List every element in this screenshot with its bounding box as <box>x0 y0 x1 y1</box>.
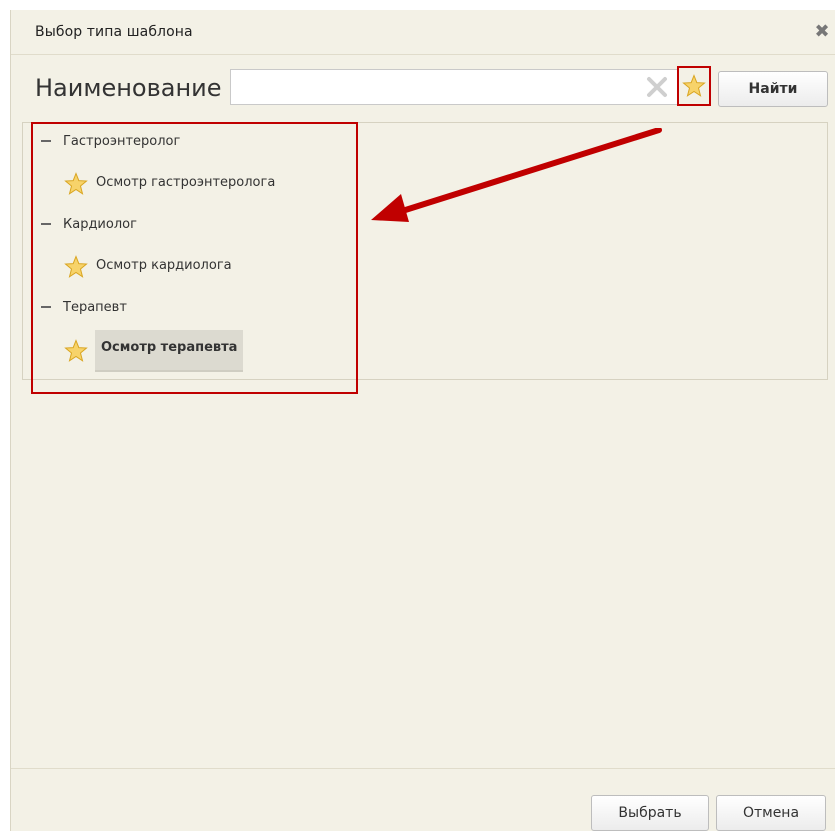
dialog-footer: Выбрать Отмена <box>11 768 835 831</box>
dialog-title: Выбор типа шаблона <box>35 24 193 40</box>
tree-item-label: Осмотр гастроэнтеролога <box>96 175 276 190</box>
clear-x-icon[interactable] <box>644 74 670 100</box>
collapse-icon[interactable] <box>41 305 51 308</box>
tree-item-label-selected: Осмотр терапевта <box>95 330 244 372</box>
collapse-icon[interactable] <box>41 139 51 142</box>
tree-group-label: Гастроэнтеролог <box>63 134 181 149</box>
tree-group-gastroenterologist[interactable]: Гастроэнтеролог <box>41 132 180 152</box>
star-icon <box>682 74 706 97</box>
search-label: Наименование <box>35 74 222 102</box>
template-type-dialog: Выбор типа шаблона ✖ Наименование Найти … <box>10 10 835 831</box>
star-icon <box>64 255 88 278</box>
tree-group-therapist[interactable]: Терапевт <box>41 298 127 318</box>
search-row: Наименование Найти <box>11 64 835 114</box>
search-input[interactable] <box>230 69 678 105</box>
star-icon <box>64 339 88 362</box>
favorites-filter-toggle[interactable] <box>677 66 711 106</box>
star-icon <box>64 172 88 195</box>
dialog-titlebar: Выбор типа шаблона ✖ <box>11 10 835 55</box>
tree-group-label: Терапевт <box>63 300 127 315</box>
select-button[interactable]: Выбрать <box>591 795 709 831</box>
find-button[interactable]: Найти <box>718 71 828 107</box>
annotation-arrow <box>371 128 662 222</box>
close-icon[interactable]: ✖ <box>812 22 832 42</box>
tree-group-cardiologist[interactable]: Кардиолог <box>41 215 137 235</box>
collapse-icon[interactable] <box>41 222 51 225</box>
tree-group-label: Кардиолог <box>63 217 137 232</box>
cancel-button[interactable]: Отмена <box>716 795 826 831</box>
tree-item-label: Осмотр кардиолога <box>96 258 232 273</box>
